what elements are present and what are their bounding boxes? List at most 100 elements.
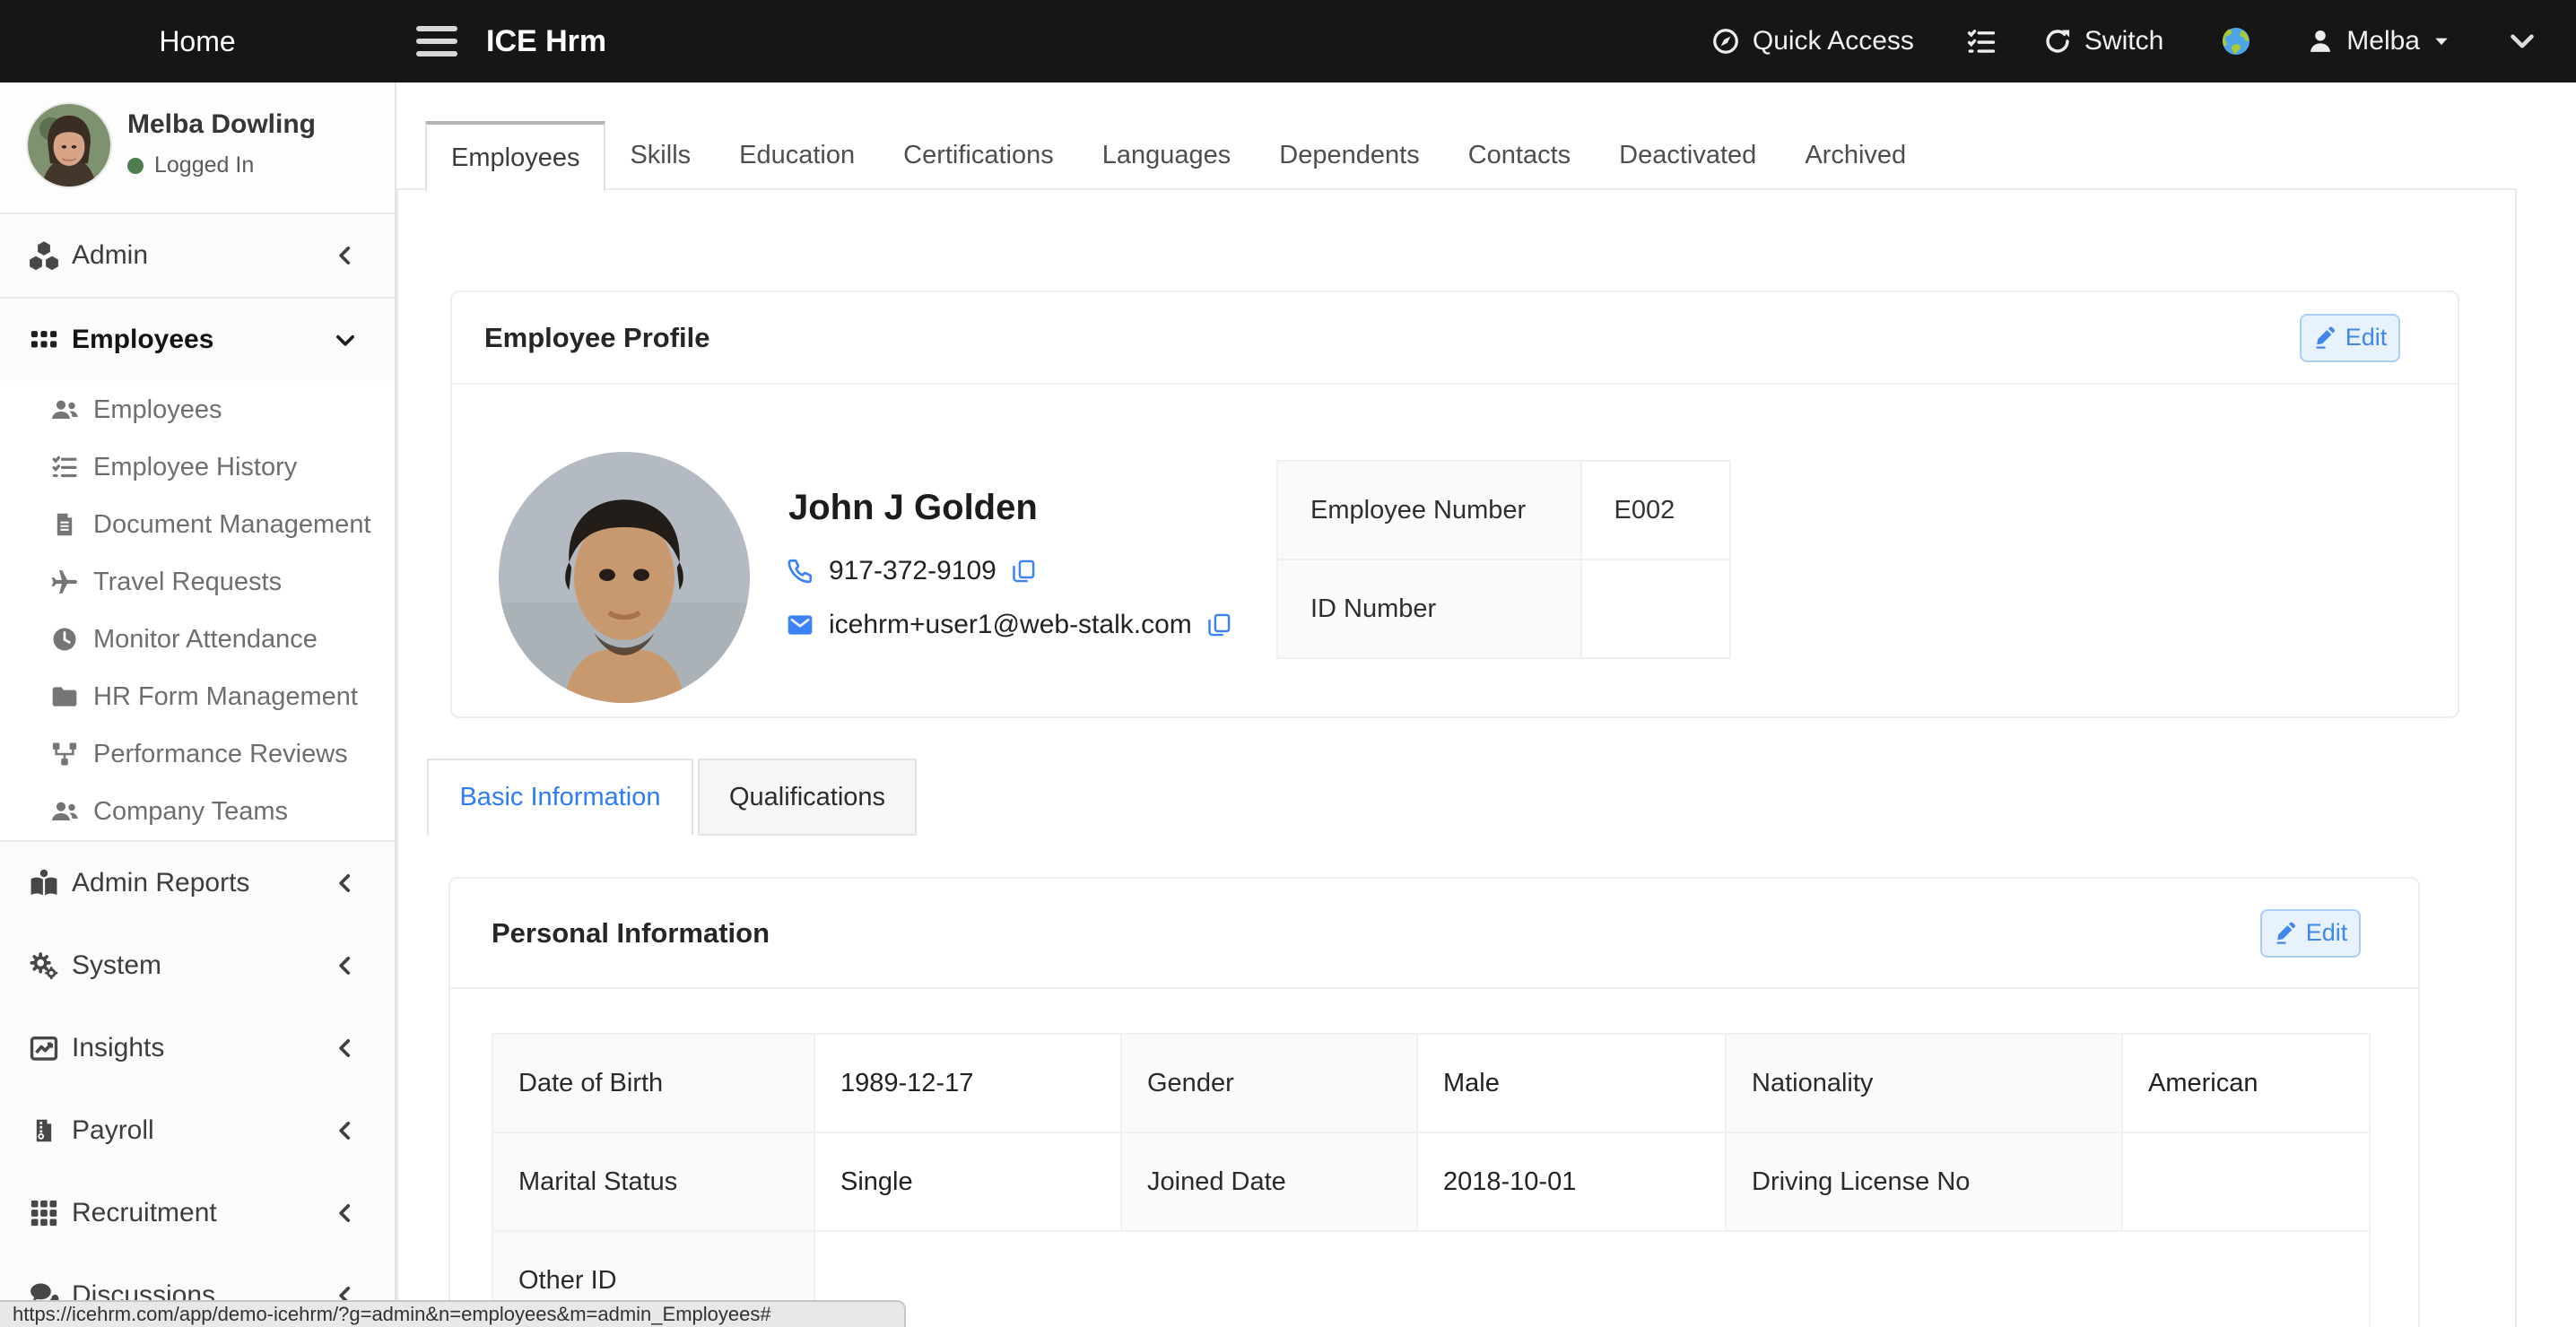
main-content: Employees Skills Education Certification… bbox=[396, 82, 2576, 1327]
tab-education[interactable]: Education bbox=[715, 121, 879, 190]
sidebar-item-travel-requests[interactable]: Travel Requests bbox=[0, 553, 395, 611]
collapse-topbar-button[interactable] bbox=[2506, 25, 2538, 57]
detail-tabs: Basic Information Qualifications bbox=[427, 759, 917, 836]
chevron-left-icon bbox=[334, 1201, 357, 1225]
chart-line-icon bbox=[25, 1033, 63, 1063]
table-row: Marital Status Single Joined Date 2018-1… bbox=[492, 1132, 2370, 1231]
user-menu[interactable]: Melba bbox=[2307, 26, 2450, 56]
edit-profile-button[interactable]: Edit bbox=[2300, 314, 2400, 362]
submenu-item-label: Employee History bbox=[93, 453, 297, 482]
tab-dependents[interactable]: Dependents bbox=[1255, 121, 1443, 190]
chevron-left-icon bbox=[334, 954, 357, 977]
tasks-button[interactable] bbox=[1966, 26, 1997, 56]
meta-value: E002 bbox=[1581, 461, 1730, 559]
user-icon bbox=[2307, 28, 2334, 55]
sidebar-item-system[interactable]: System bbox=[0, 924, 395, 1007]
submenu-item-label: Monitor Attendance bbox=[93, 625, 318, 655]
tasks-icon bbox=[47, 454, 83, 481]
edit-button-label: Edit bbox=[2306, 919, 2348, 947]
info-label: Driving License No bbox=[1726, 1132, 2122, 1231]
submenu-item-label: Employees bbox=[93, 395, 222, 425]
tab-employees[interactable]: Employees bbox=[425, 121, 605, 192]
meta-label: Employee Number bbox=[1277, 461, 1581, 559]
info-value bbox=[2122, 1132, 2370, 1231]
submenu-item-label: Company Teams bbox=[93, 797, 288, 827]
tab-languages[interactable]: Languages bbox=[1078, 121, 1256, 190]
tab-certifications[interactable]: Certifications bbox=[879, 121, 1078, 190]
sidebar-item-payroll[interactable]: Payroll bbox=[0, 1089, 395, 1172]
sidebar-item-monitor-attendance[interactable]: Monitor Attendance bbox=[0, 611, 395, 668]
chevron-down-icon bbox=[334, 328, 357, 351]
module-tabs: Employees Skills Education Certification… bbox=[425, 121, 1930, 190]
employee-profile-card: Employee Profile Edit John J Golden bbox=[450, 291, 2459, 718]
employee-phone-row: 917-372-9109 bbox=[786, 556, 1036, 586]
employee-phone: 917-372-9109 bbox=[829, 556, 996, 586]
user-name: Melba bbox=[2346, 26, 2420, 56]
info-value: American bbox=[2122, 1034, 2370, 1132]
logged-in-dot-icon bbox=[127, 158, 144, 174]
sidebar-item-label: Insights bbox=[72, 1033, 164, 1063]
sidebar-item-company-teams[interactable]: Company Teams bbox=[0, 783, 395, 840]
table-row: ID Number bbox=[1277, 559, 1730, 658]
submenu-item-label: Travel Requests bbox=[93, 568, 282, 597]
employee-photo[interactable] bbox=[499, 452, 750, 703]
sidebar-item-employees-list[interactable]: Employees bbox=[0, 381, 395, 438]
info-value: Single bbox=[814, 1132, 1121, 1231]
quick-access-label: Quick Access bbox=[1753, 26, 1914, 56]
employees-submenu: Employees Employee History Document Mana… bbox=[0, 381, 395, 840]
document-icon bbox=[47, 512, 83, 537]
clock-icon bbox=[47, 626, 83, 653]
tab-contacts[interactable]: Contacts bbox=[1444, 121, 1595, 190]
info-label: Date of Birth bbox=[492, 1034, 814, 1132]
tab-archived[interactable]: Archived bbox=[1780, 121, 1930, 190]
sidebar-item-label: Payroll bbox=[72, 1115, 154, 1146]
copy-email-icon[interactable] bbox=[1206, 612, 1231, 637]
tab-skills[interactable]: Skills bbox=[605, 121, 715, 190]
switch-label: Switch bbox=[2084, 26, 2163, 56]
chevron-left-icon bbox=[334, 1036, 357, 1060]
chevron-down-icon bbox=[2506, 25, 2538, 57]
edit-personal-information-button[interactable]: Edit bbox=[2260, 909, 2361, 958]
meta-value bbox=[1581, 559, 1730, 658]
tab-content-panel: Employee Profile Edit John J Golden bbox=[396, 188, 2517, 1327]
language-button[interactable] bbox=[2219, 24, 2253, 58]
copy-phone-icon[interactable] bbox=[1011, 559, 1036, 584]
sidebar-item-employee-history[interactable]: Employee History bbox=[0, 438, 395, 496]
sidebar-item-label: System bbox=[72, 950, 161, 981]
employee-email: icehrm+user1@web-stalk.com bbox=[829, 610, 1192, 640]
pen-icon bbox=[2274, 922, 2297, 945]
folder-icon bbox=[47, 682, 83, 711]
checklist-icon bbox=[1966, 26, 1997, 56]
cogs-icon bbox=[25, 950, 63, 981]
switch-button[interactable]: Switch bbox=[2043, 26, 2163, 56]
sidebar-user-card: Melba Dowling Logged In bbox=[0, 82, 395, 212]
info-label: Joined Date bbox=[1121, 1132, 1417, 1231]
sidebar-item-document-management[interactable]: Document Management bbox=[0, 496, 395, 553]
sidebar-item-admin[interactable]: Admin bbox=[0, 214, 395, 297]
sidebar-item-hr-form-management[interactable]: HR Form Management bbox=[0, 668, 395, 725]
plane-icon bbox=[47, 568, 83, 596]
sidebar-item-admin-reports[interactable]: Admin Reports bbox=[0, 842, 395, 924]
quick-access-button[interactable]: Quick Access bbox=[1711, 26, 1914, 56]
tab-basic-information[interactable]: Basic Information bbox=[427, 759, 693, 836]
personal-information-table: Date of Birth 1989-12-17 Gender Male Nat… bbox=[492, 1033, 2371, 1327]
info-label: Nationality bbox=[1726, 1034, 2122, 1132]
sidebar-item-label: Admin bbox=[72, 240, 148, 271]
tab-deactivated[interactable]: Deactivated bbox=[1595, 121, 1780, 190]
home-link[interactable]: Home bbox=[159, 25, 235, 58]
sidebar-item-employees[interactable]: Employees bbox=[0, 299, 395, 381]
employee-profile-title: Employee Profile bbox=[484, 322, 710, 354]
sidebar-item-performance-reviews[interactable]: Performance Reviews bbox=[0, 725, 395, 783]
tab-qualifications[interactable]: Qualifications bbox=[698, 759, 917, 836]
logged-in-label: Logged In bbox=[154, 152, 254, 178]
hamburger-menu-icon[interactable] bbox=[416, 26, 457, 56]
sidebar-item-insights[interactable]: Insights bbox=[0, 1007, 395, 1089]
sidebar-item-label: Employees bbox=[72, 325, 213, 355]
topbar: Home ICE Hrm Quick Access Sw bbox=[0, 0, 2576, 82]
globe-icon bbox=[2219, 24, 2253, 58]
sidebar-item-recruitment[interactable]: Recruitment bbox=[0, 1172, 395, 1254]
app-brand[interactable]: ICE Hrm bbox=[486, 24, 606, 59]
employee-meta-table: Employee Number E002 ID Number bbox=[1276, 460, 1731, 659]
sidebar: Melba Dowling Logged In Admin Employees bbox=[0, 82, 396, 1327]
table-row: Date of Birth 1989-12-17 Gender Male Nat… bbox=[492, 1034, 2370, 1132]
